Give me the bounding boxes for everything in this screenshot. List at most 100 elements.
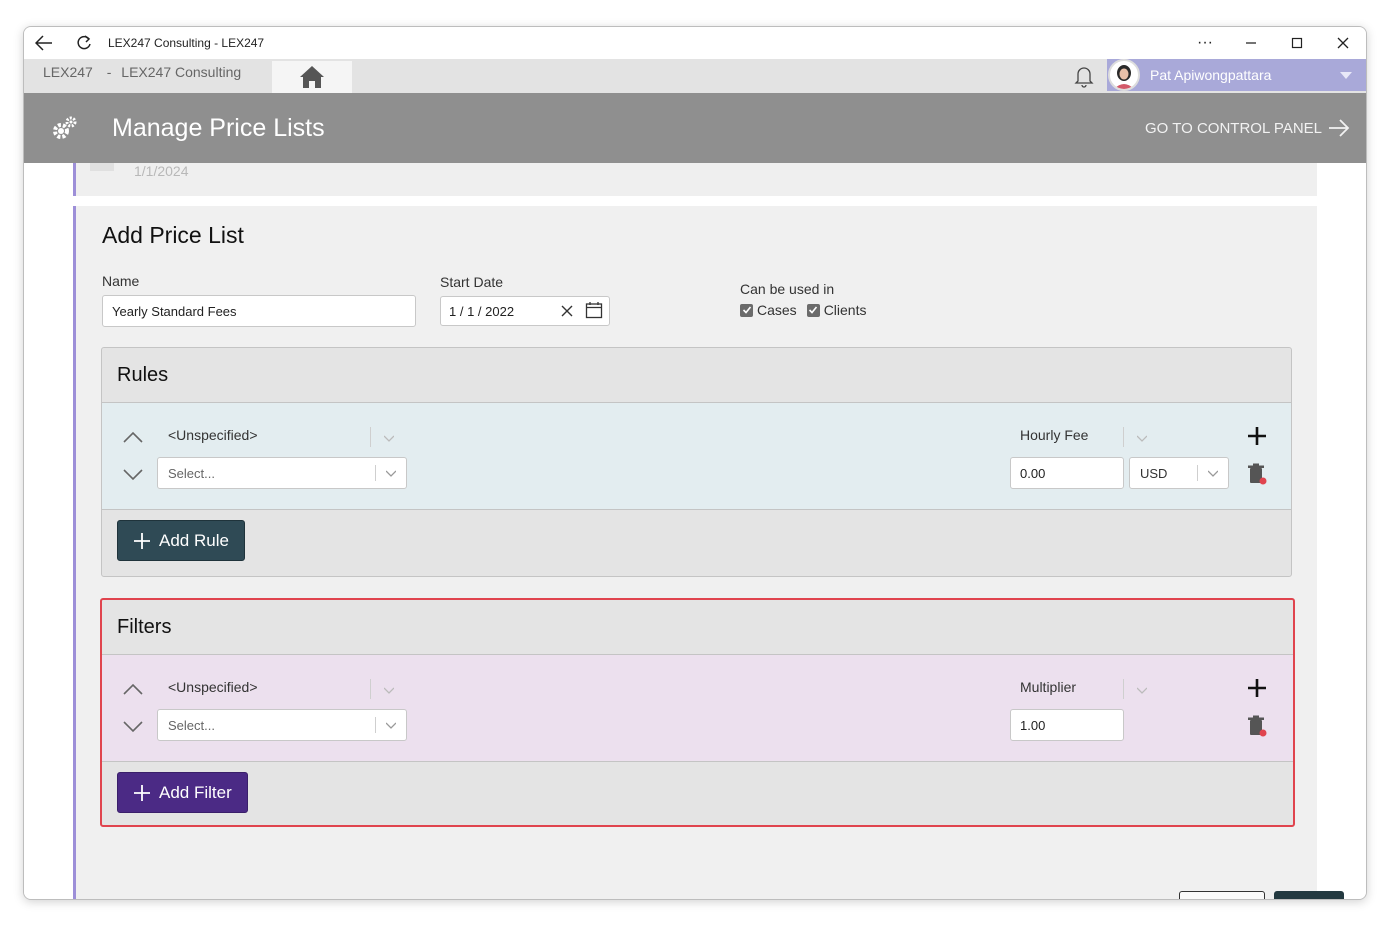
chevron-down-icon <box>1208 470 1218 477</box>
multiplier-input[interactable]: 1.00 <box>1010 709 1124 741</box>
checkmark-icon <box>740 303 753 317</box>
start-date-value[interactable]: 1 / 1 / 2022 <box>449 304 514 319</box>
rule-type-select[interactable]: <Unspecified> <box>168 427 258 443</box>
calendar-icon[interactable] <box>585 301 603 322</box>
chevron-down-icon[interactable] <box>384 685 394 695</box>
user-photo-icon <box>1114 65 1134 89</box>
previous-date: 1/1/2024 <box>134 163 189 179</box>
avatar <box>1108 59 1140 91</box>
notifications-button[interactable] <box>1072 64 1096 93</box>
breadcrumb-org[interactable]: LEX247 <box>43 64 93 80</box>
bell-icon <box>1074 67 1094 88</box>
control-panel-label: GO TO CONTROL PANEL <box>1145 119 1322 137</box>
checkmark-icon <box>806 303 820 317</box>
add-filter-label: Add Filter <box>159 782 232 802</box>
rules-footer: Add Rule <box>102 510 1291 575</box>
fee-amount-input[interactable]: 0.00 <box>1010 457 1124 489</box>
back-button[interactable] <box>24 27 64 59</box>
save-button[interactable]: Save <box>1274 891 1344 899</box>
breadcrumb-company[interactable]: LEX247 Consulting <box>121 64 241 80</box>
rule-value-select[interactable]: Select... <box>157 457 407 489</box>
add-filter-button[interactable]: Add Filter <box>117 772 248 813</box>
divider <box>370 679 371 699</box>
go-to-control-panel-link[interactable]: GO TO CONTROL PANEL <box>1145 119 1350 137</box>
cases-checkbox[interactable]: Cases <box>740 302 797 318</box>
plus-icon <box>134 784 150 801</box>
document-icon <box>90 163 114 171</box>
home-tab[interactable] <box>272 61 352 93</box>
refresh-icon <box>77 35 91 50</box>
plus-icon <box>134 532 150 549</box>
close-button[interactable] <box>1320 27 1366 59</box>
rule-row: <Unspecified> Select... Hourly Fee 0.00 … <box>102 403 1291 510</box>
filters-footer: Add Filter <box>102 762 1293 827</box>
divider <box>1123 427 1124 447</box>
rules-panel: Rules <Unspecified> Select... Hourly Fee <box>101 347 1292 577</box>
user-name: Pat Apiwongpattara <box>1150 67 1272 83</box>
top-strip: LEX247 - LEX247 Consulting Pat Apiwongpa… <box>24 59 1366 93</box>
window-controls: ··· <box>1182 27 1366 59</box>
name-input[interactable]: Yearly Standard Fees <box>102 295 416 327</box>
close-icon <box>561 305 573 316</box>
fee-type-select[interactable]: Hourly Fee <box>1020 427 1088 443</box>
user-menu[interactable]: Pat Apiwongpattara <box>1107 59 1366 91</box>
start-date-picker[interactable]: 1 / 1 / 2022 <box>440 296 610 326</box>
filters-title: Filters <box>102 600 1293 655</box>
divider <box>375 465 376 481</box>
chevron-down-icon[interactable] <box>1137 433 1147 443</box>
filter-type-select[interactable]: <Unspecified> <box>168 679 258 695</box>
rule-value-placeholder: Select... <box>168 465 215 481</box>
add-row-icon[interactable] <box>1246 425 1268 447</box>
window-title: LEX247 Consulting - LEX247 <box>108 36 265 50</box>
arrow-right-icon <box>1329 119 1350 137</box>
back-arrow-icon <box>35 35 52 51</box>
close-icon <box>1337 37 1349 49</box>
divider <box>370 427 371 447</box>
clear-date-icon[interactable] <box>561 301 573 322</box>
rules-title: Rules <box>102 348 1291 403</box>
breadcrumb: LEX247 - LEX247 Consulting <box>43 64 241 80</box>
name-label: Name <box>102 273 140 289</box>
minimize-icon <box>1246 42 1256 44</box>
move-down-icon[interactable] <box>122 463 144 485</box>
cases-label: Cases <box>757 302 797 318</box>
clients-checkbox[interactable]: Clients <box>806 302 867 318</box>
start-date-label: Start Date <box>440 274 504 290</box>
filter-value-placeholder: Select... <box>168 717 215 733</box>
home-icon <box>300 66 324 88</box>
calendar-svg-icon <box>585 301 603 318</box>
filter-value-select[interactable]: Select... <box>157 709 407 741</box>
delete-icon[interactable] <box>1247 463 1267 485</box>
previous-price-list-card[interactable]: 1/1/2024 <box>73 163 1317 196</box>
breadcrumb-separator: - <box>106 64 112 80</box>
refresh-button[interactable] <box>64 27 104 59</box>
clients-label: Clients <box>823 302 867 318</box>
more-button[interactable]: ··· <box>1182 27 1228 59</box>
filters-panel: Filters <Unspecified> Select... Multipli… <box>100 598 1295 827</box>
modifier-type-select[interactable]: Multiplier <box>1020 679 1076 695</box>
move-up-icon[interactable] <box>122 679 144 701</box>
currency-select[interactable]: USD <box>1129 457 1229 489</box>
add-rule-label: Add Rule <box>159 530 229 550</box>
chevron-down-icon[interactable] <box>384 433 394 443</box>
cancel-button[interactable]: Cancel <box>1179 891 1265 899</box>
add-row-icon[interactable] <box>1246 677 1268 699</box>
move-up-icon[interactable] <box>122 427 144 449</box>
minimize-button[interactable] <box>1228 27 1274 59</box>
chevron-down-icon[interactable] <box>1137 685 1147 695</box>
page-header: Manage Price Lists GO TO CONTROL PANEL <box>24 93 1366 163</box>
divider <box>1197 465 1198 481</box>
page-title: Manage Price Lists <box>112 113 325 142</box>
title-bar: LEX247 Consulting - LEX247 ··· <box>24 27 1366 59</box>
usage-label: Can be used in <box>740 281 835 297</box>
divider <box>1123 679 1124 699</box>
content-area: 1/1/2024 Add Price List Name Yearly Stan… <box>24 163 1366 899</box>
move-down-icon[interactable] <box>122 715 144 737</box>
app-window: LEX247 Consulting - LEX247 ··· LEX247 - … <box>23 26 1367 900</box>
chevron-down-icon <box>1340 71 1352 79</box>
currency-value: USD <box>1140 465 1168 481</box>
add-rule-button[interactable]: Add Rule <box>117 520 245 561</box>
divider <box>375 717 376 733</box>
maximize-button[interactable] <box>1274 27 1320 59</box>
delete-icon[interactable] <box>1247 715 1267 737</box>
